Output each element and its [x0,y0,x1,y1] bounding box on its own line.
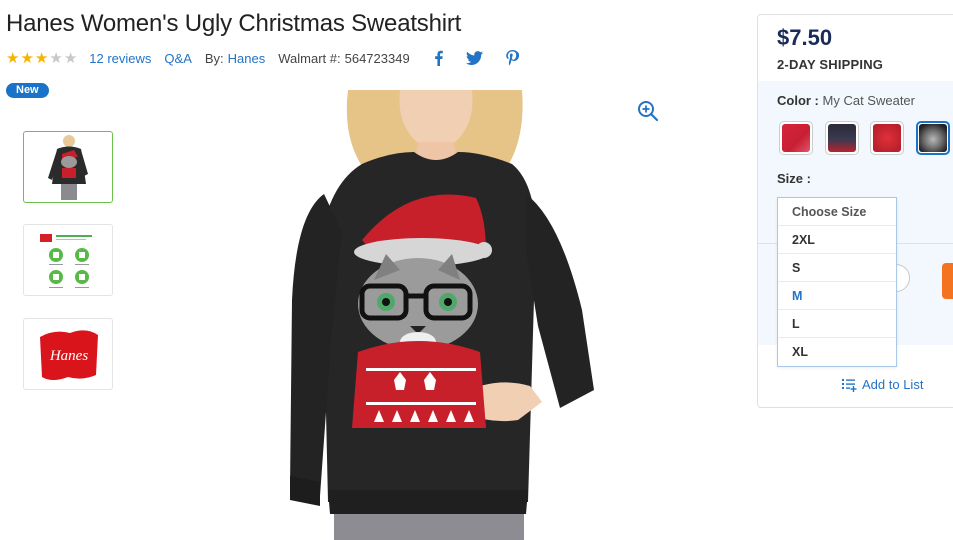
add-to-list-label: Add to List [862,377,924,392]
star-icon: ★ [6,49,20,67]
swatch-image [873,124,901,152]
thumbnail-hanes-logo[interactable]: Hanes [23,318,113,390]
size-option[interactable]: XL [778,338,896,366]
thumbnail-image [48,135,88,200]
share-icons [434,50,519,66]
qa-link[interactable]: Q&A [164,51,191,66]
product-meta: ★ ★ ★ ★ ★ 12 reviews Q&A By: Hanes Walma… [6,48,519,68]
size-option[interactable]: Choose Size [778,198,896,226]
new-badge: New [6,83,49,98]
size-option[interactable]: 2XL [778,226,896,254]
price-box: $7.50 2-DAY SHIPPING [758,15,953,81]
color-value: My Cat Sweater [822,93,915,108]
reviews-link[interactable]: 12 reviews [89,51,151,66]
product-title: Hanes Women's Ugly Christmas Sweatshirt [6,10,462,37]
add-to-cart-button[interactable] [942,263,953,299]
thumbnail-cat-sweater[interactable] [23,131,113,203]
color-selection: Color : My Cat Sweater [777,93,915,108]
brand-link[interactable]: Hanes [228,51,266,66]
walmart-number: 564723349 [344,50,410,66]
size-option[interactable]: S [778,254,896,282]
swatch-red-hoho[interactable] [870,121,904,155]
star-icon: ★ [49,49,63,67]
walmart-number-label: Walmart #: [278,50,341,66]
shipping-label: 2-DAY SHIPPING [777,57,884,72]
list-add-icon [842,378,857,392]
swatch-behave-black[interactable] [825,121,859,155]
swatch-red-christmas[interactable] [779,121,813,155]
thumbnail-hanes-infographic[interactable] [23,224,113,296]
star-icon: ★ [34,49,49,67]
price: $7.50 [777,25,833,50]
size-dropdown[interactable]: Choose Size 2XL S M L XL [777,197,897,367]
pinterest-icon[interactable] [505,50,519,66]
star-icon: ★ [63,49,78,67]
add-to-list-button[interactable]: Add to List [842,377,923,392]
star-icon: ★ [20,49,34,67]
hanes-logo-text: Hanes [49,348,88,364]
rating-stars[interactable]: ★ ★ ★ ★ ★ [6,51,77,66]
swatch-image [782,124,810,152]
swatch-image [919,124,947,152]
twitter-icon[interactable] [465,51,483,65]
facebook-icon[interactable] [434,50,443,66]
swatch-my-cat-sweater[interactable] [916,121,950,155]
size-option[interactable]: M [778,282,896,310]
thumbnail-image [40,234,92,288]
size-label: Size : [777,171,811,186]
by-label: By: [204,50,224,66]
swatch-image [828,124,856,152]
hanes-logo: Hanes [40,330,98,380]
size-option[interactable]: L [778,310,896,338]
main-product-image [290,90,594,540]
color-label: Color : [777,93,819,108]
zoom-in-icon[interactable] [637,100,659,122]
